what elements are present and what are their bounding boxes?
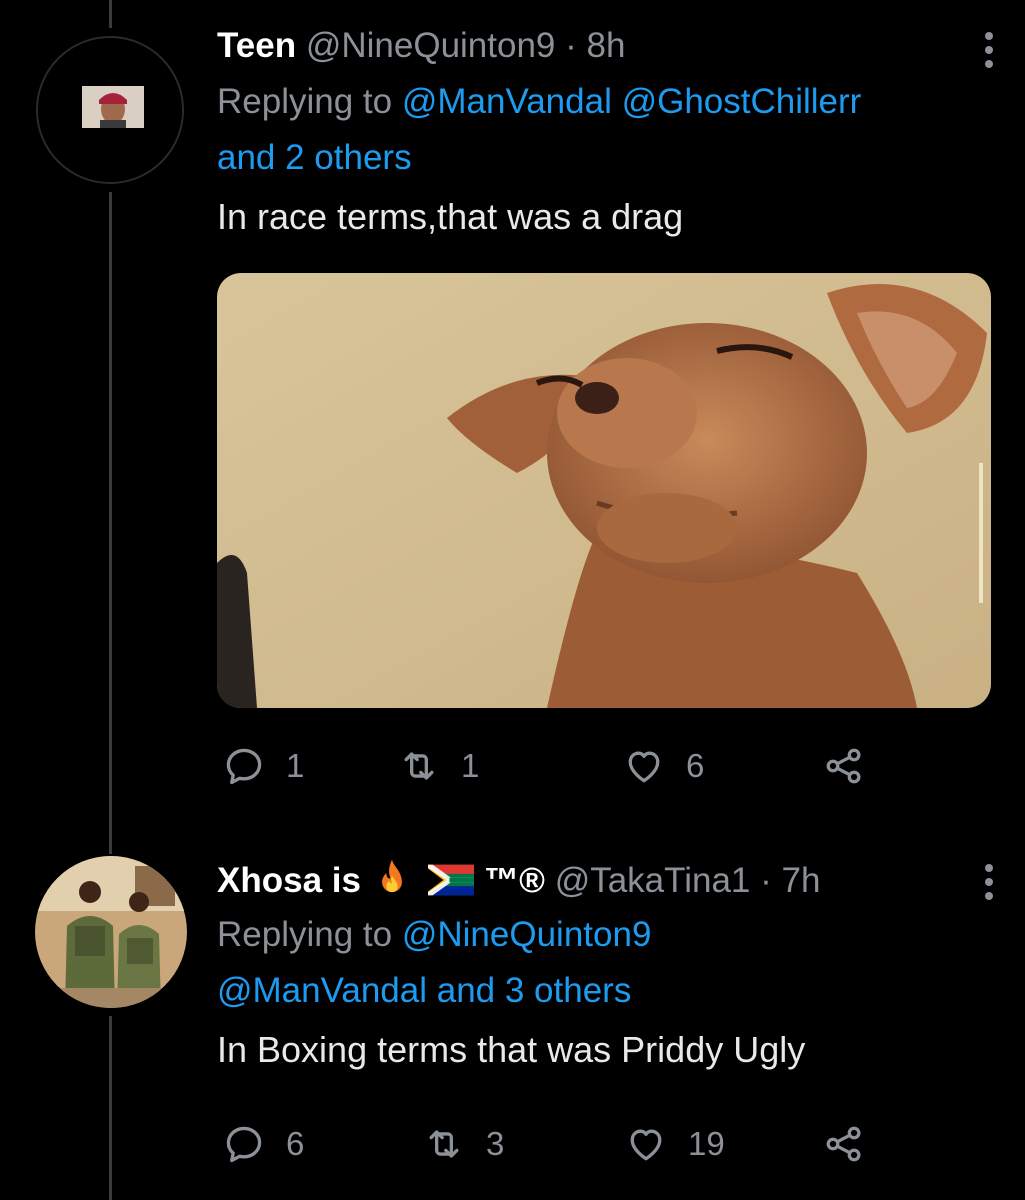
retweet-button[interactable]: 3 (422, 1122, 504, 1166)
tweet-actions: 1 1 6 (222, 744, 922, 788)
like-button[interactable]: 6 (622, 744, 704, 788)
mention-link[interactable]: @NineQuinton9 (402, 915, 652, 954)
like-icon (628, 751, 660, 783)
like-icon (630, 1129, 662, 1161)
timestamp[interactable]: 8h (587, 26, 626, 65)
handle[interactable]: @NineQuinton9 (306, 26, 556, 65)
like-count: 19 (688, 1125, 725, 1162)
retweet-count: 1 (461, 747, 480, 784)
reply-icon (226, 748, 262, 785)
mention-link[interactable]: @GhostChillerr (622, 82, 862, 121)
tweet-header: Xhosa is ™® @TakaTina1 · 7h (217, 858, 995, 903)
separator: · (760, 861, 772, 900)
avatar-takatina-image (35, 856, 187, 1008)
like-button[interactable]: 19 (624, 1122, 725, 1166)
display-name[interactable]: Xhosa is (217, 861, 361, 900)
thread-line-middle (109, 192, 112, 854)
tweet-takatina[interactable]: Xhosa is ™® @TakaTina1 · 7h Replying to … (217, 858, 995, 1075)
replying-to: Replying to @ManVandal @GhostChillerr an… (217, 74, 995, 186)
more-icon[interactable] (983, 32, 995, 68)
tweet-text: In race terms,that was a drag (217, 196, 684, 237)
reply-count: 1 (286, 747, 305, 784)
retweet-button[interactable]: 1 (397, 744, 479, 788)
display-name[interactable]: Teen (217, 26, 296, 65)
timestamp[interactable]: 7h (782, 861, 821, 900)
mention-link[interactable]: @ManVandal (217, 971, 427, 1010)
retweet-icon (429, 1130, 459, 1158)
share-icon (826, 1126, 861, 1162)
retweet-icon (404, 752, 434, 780)
like-count: 6 (686, 747, 705, 784)
reply-count: 6 (286, 1125, 305, 1162)
more-icon[interactable] (983, 864, 995, 900)
separator: · (565, 26, 577, 65)
thread-line-top (109, 0, 112, 28)
handle[interactable]: @TakaTina1 (555, 861, 751, 900)
reply-button[interactable]: 1 (222, 744, 304, 788)
mention-link[interactable]: @ManVandal (402, 82, 612, 121)
thread-line-bottom (109, 1016, 112, 1200)
chihuahua-photo (217, 273, 991, 708)
tweet-actions: 6 3 19 (222, 1122, 922, 1166)
reply-icon (226, 1126, 262, 1163)
others-link[interactable]: and 3 others (437, 971, 632, 1010)
share-button[interactable] (822, 1122, 866, 1166)
avatar-takatina[interactable] (35, 856, 187, 1008)
avatar-teen[interactable] (36, 36, 184, 184)
south-africa-flag-icon (428, 864, 475, 896)
others-link[interactable]: and 2 others (217, 138, 412, 177)
name-suffix: ™® (484, 861, 545, 900)
replying-to-label: Replying to (217, 915, 393, 954)
retweet-count: 3 (486, 1125, 505, 1162)
tweet-photo[interactable] (217, 273, 991, 708)
replying-to: Replying to @NineQuinton9 @ManVandal and… (217, 907, 995, 1019)
share-icon (826, 748, 861, 784)
avatar-teen-image (38, 38, 182, 182)
tweet-text: In Boxing terms that was Priddy Ugly (217, 1029, 806, 1070)
replying-to-label: Replying to (217, 82, 393, 121)
tweet-teen[interactable]: Teen @NineQuinton9 · 8h Replying to @Man… (217, 24, 995, 242)
reply-button[interactable]: 6 (222, 1122, 304, 1166)
tweet-header: Teen @NineQuinton9 · 8h (217, 24, 995, 68)
share-button[interactable] (822, 744, 866, 788)
fire-emoji-icon (381, 859, 402, 893)
